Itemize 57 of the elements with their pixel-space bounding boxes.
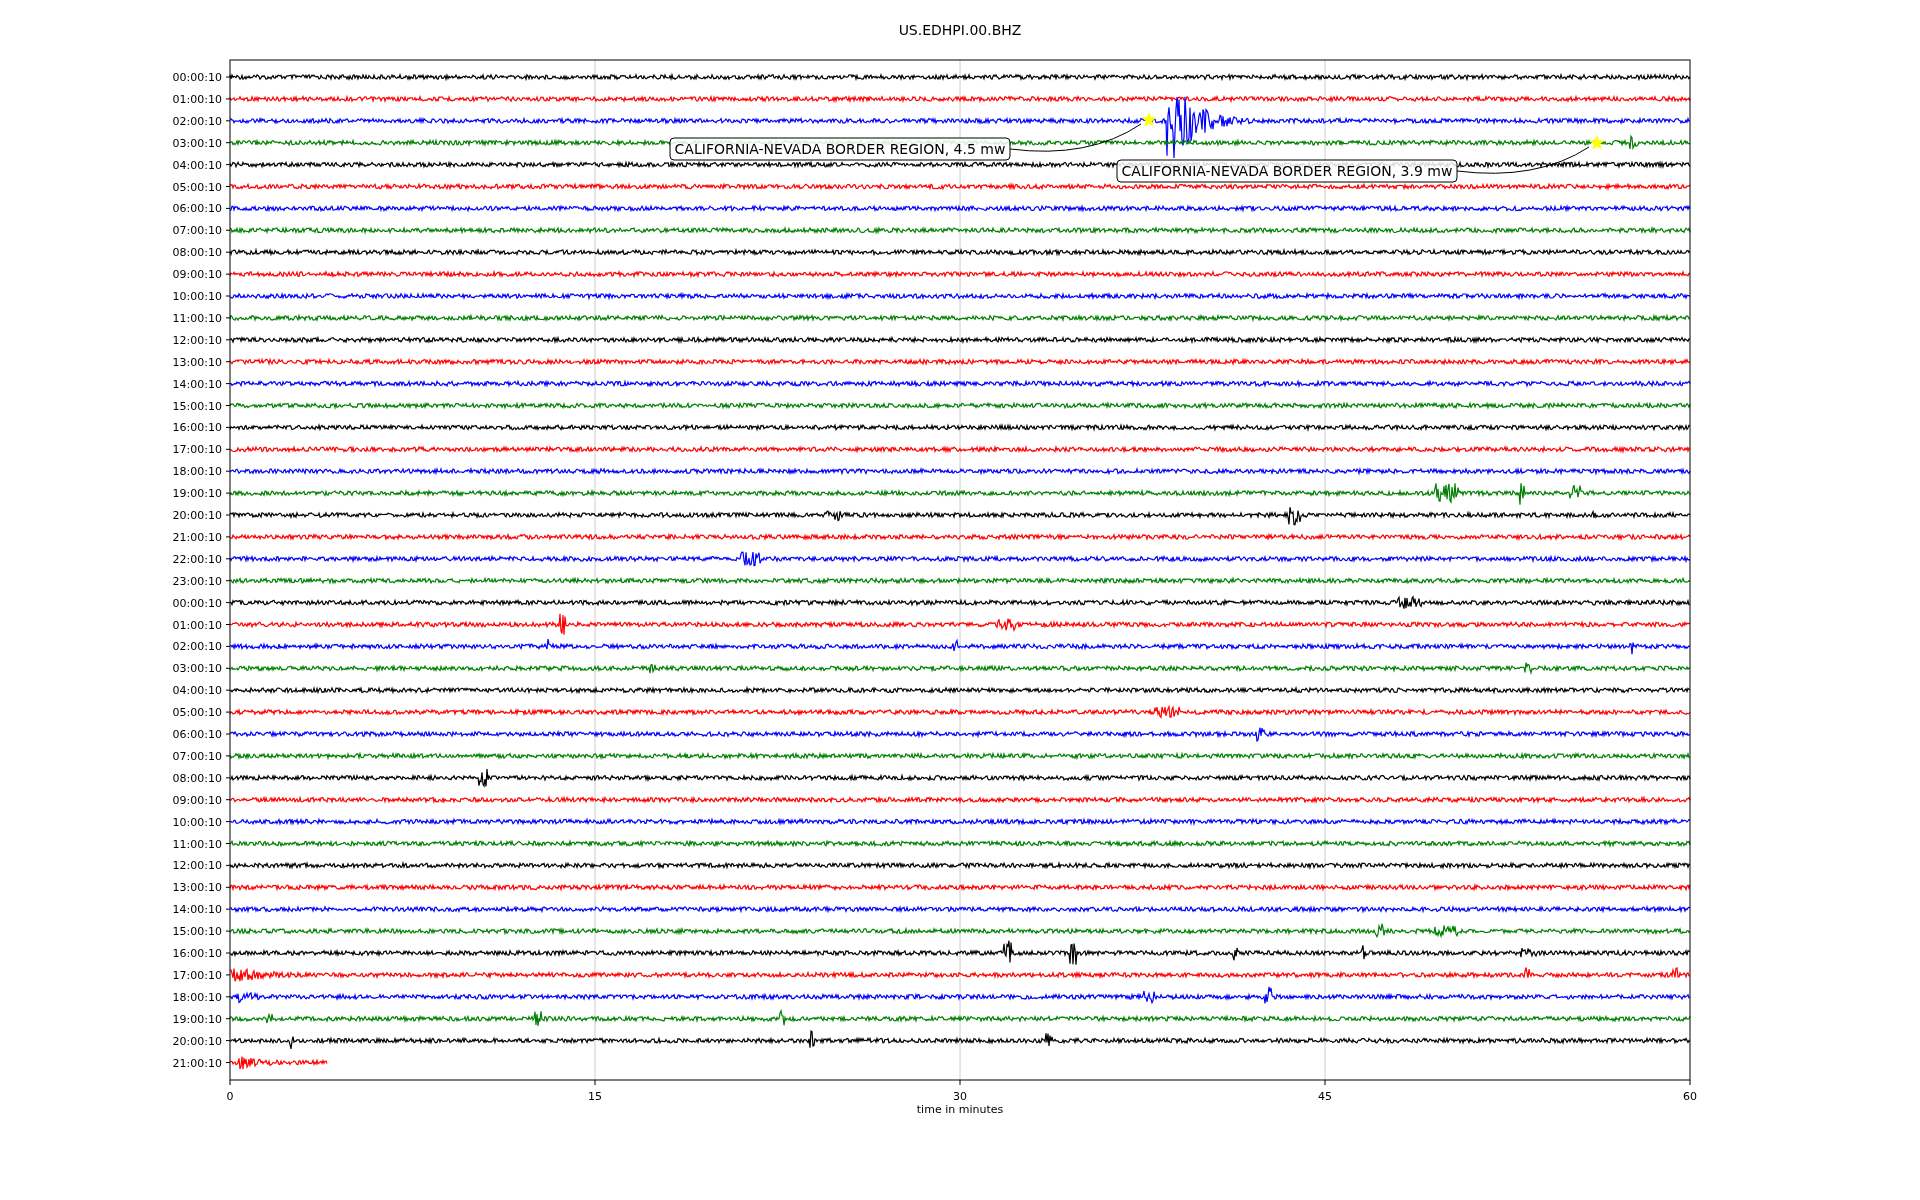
y-tick-label: 08:00:10 bbox=[172, 771, 222, 785]
y-tick-label: 09:00:10 bbox=[172, 793, 222, 807]
y-tick-label: 05:00:10 bbox=[172, 706, 222, 720]
y-tick-label: 07:00:10 bbox=[172, 749, 222, 763]
y-tick-label: 23:00:10 bbox=[172, 574, 222, 588]
y-tick-label: 17:00:10 bbox=[172, 968, 222, 982]
y-tick-label: 16:00:10 bbox=[172, 947, 222, 960]
x-tick-label: 15 bbox=[588, 1090, 602, 1103]
star-icon bbox=[1141, 112, 1157, 127]
star-icon bbox=[1589, 135, 1605, 150]
x-tick-label: 60 bbox=[1683, 1090, 1697, 1103]
figure-title: US.EDHPI.00.BHZ bbox=[898, 22, 1022, 38]
y-tick-label: 14:00:10 bbox=[172, 903, 222, 917]
y-tick-label: 10:00:10 bbox=[172, 815, 222, 829]
y-tick-label: 02:00:10 bbox=[172, 640, 222, 654]
y-tick-label: 00:00:10 bbox=[172, 596, 222, 610]
y-tick-label: 01:00:10 bbox=[172, 92, 222, 106]
y-tick-label: 12:00:10 bbox=[172, 859, 222, 873]
annotation-label: CALIFORNIA-NEVADA BORDER REGION, 4.5 mw bbox=[669, 137, 1011, 161]
annotation-label: CALIFORNIA-NEVADA BORDER REGION, 3.9 mw bbox=[1116, 159, 1458, 183]
y-tick-label: 04:00:10 bbox=[172, 684, 222, 698]
y-tick-label: 12:00:10 bbox=[172, 333, 222, 347]
y-tick-label: 02:00:10 bbox=[172, 114, 222, 128]
y-tick-label: 16:00:10 bbox=[172, 421, 222, 435]
x-axis-label: time in minutes bbox=[916, 1103, 1004, 1116]
y-tick-label: 17:00:10 bbox=[172, 443, 222, 457]
y-tick-label: 15:00:10 bbox=[172, 399, 222, 413]
y-tick-label: 09:00:10 bbox=[172, 268, 222, 282]
y-tick-label: 05:00:10 bbox=[172, 180, 222, 194]
y-tick-label: 13:00:10 bbox=[172, 881, 222, 895]
y-tick-label: 04:00:10 bbox=[172, 158, 222, 172]
y-tick-label: 20:00:10 bbox=[172, 509, 222, 522]
y-tick-label: 11:00:10 bbox=[172, 837, 222, 851]
y-tick-label: 00:00:10 bbox=[172, 71, 222, 84]
y-tick-label: 18:00:10 bbox=[172, 990, 222, 1004]
y-tick-label: 20:00:10 bbox=[172, 1034, 222, 1048]
y-tick-label: 21:00:10 bbox=[172, 530, 222, 544]
y-tick-label: 18:00:10 bbox=[172, 465, 222, 479]
x-tick-label: 0 bbox=[226, 1090, 234, 1103]
y-tick-label: 19:00:10 bbox=[172, 1012, 222, 1026]
y-tick-label: 15:00:10 bbox=[172, 925, 222, 939]
y-tick-label: 22:00:10 bbox=[172, 552, 222, 566]
y-tick-label: 10:00:10 bbox=[172, 290, 222, 303]
y-tick-label: 19:00:10 bbox=[172, 487, 222, 501]
y-tick-label: 14:00:10 bbox=[172, 377, 222, 391]
y-tick-label: 13:00:10 bbox=[172, 355, 222, 369]
y-tick-label: 06:00:10 bbox=[172, 202, 222, 216]
y-tick-label: 06:00:10 bbox=[172, 728, 222, 741]
x-tick-label: 30 bbox=[953, 1090, 967, 1103]
y-tick-label: 03:00:10 bbox=[172, 136, 222, 150]
y-tick-label: 08:00:10 bbox=[172, 246, 222, 260]
y-tick-label: 21:00:10 bbox=[172, 1056, 222, 1070]
x-tick-label: 45 bbox=[1318, 1090, 1332, 1103]
y-tick-label: 01:00:10 bbox=[172, 618, 222, 632]
y-tick-label: 11:00:10 bbox=[172, 311, 222, 325]
y-tick-label: 07:00:10 bbox=[172, 224, 222, 238]
y-tick-label: 03:00:10 bbox=[172, 662, 222, 676]
